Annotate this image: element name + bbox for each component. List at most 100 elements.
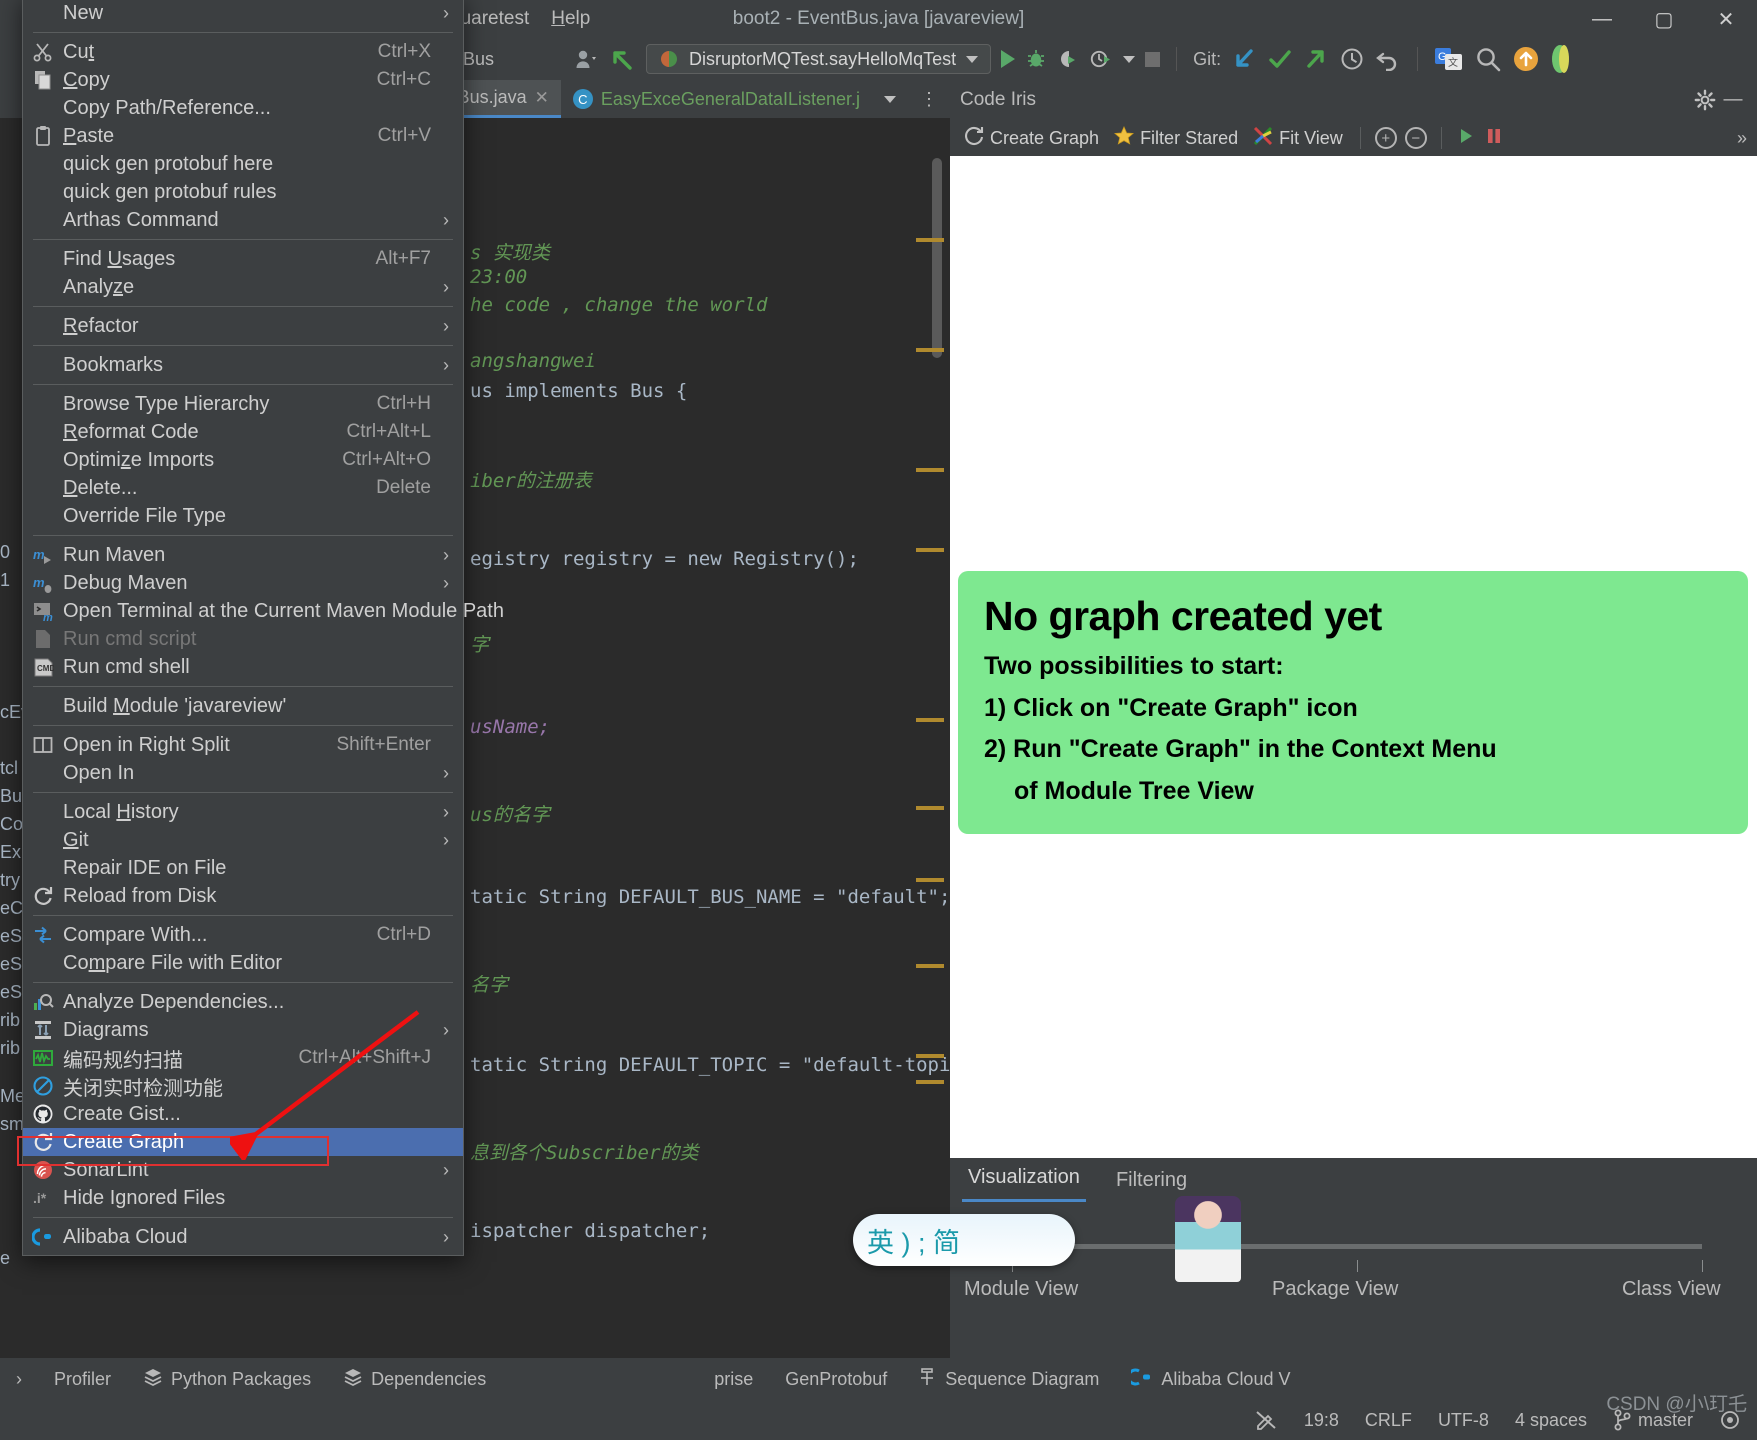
menu-item-run-cmd-shell[interactable]: CMD Run cmd shell	[23, 653, 463, 681]
bottom-item-profiler[interactable]: Profiler	[38, 1369, 127, 1390]
line-separator[interactable]: CRLF	[1365, 1410, 1412, 1431]
menu-item-reload-from-disk[interactable]: Reload from Disk	[23, 882, 463, 910]
stop-icon[interactable]	[1145, 51, 1161, 67]
run-icon[interactable]	[1001, 50, 1016, 68]
bottom-item-prise[interactable]: prise	[698, 1369, 769, 1390]
fold-marker[interactable]	[916, 548, 944, 552]
slider-label-class[interactable]: Class View	[1622, 1278, 1721, 1301]
run-configuration-selector[interactable]: DisruptorMQTest.sayHelloMqTest	[646, 44, 992, 74]
minimize-icon[interactable]: —	[1719, 86, 1747, 114]
fold-marker[interactable]	[916, 878, 944, 882]
menu-item-hide-ignored-files[interactable]: .i* Hide Ignored Files	[23, 1184, 463, 1212]
bottom-item-sequence-diagram[interactable]: Sequence Diagram	[903, 1367, 1115, 1392]
chevron-right-icon[interactable]: »	[1737, 128, 1747, 149]
menu-item-find-usages[interactable]: Find Usages Alt+F7	[23, 245, 463, 273]
back-arrow-icon[interactable]	[608, 46, 636, 72]
read-only-toggle[interactable]	[1254, 1409, 1278, 1431]
menu-item-local-history[interactable]: Local History ›	[23, 798, 463, 826]
menu-item-build-module-javareview[interactable]: Build Module 'javareview'	[23, 692, 463, 720]
menu-item-arthas-command[interactable]: Arthas Command ›	[23, 206, 463, 234]
file-encoding[interactable]: UTF-8	[1438, 1410, 1489, 1431]
menu-item-quick-gen-protobuf-rules[interactable]: quick gen protobuf rules	[23, 178, 463, 206]
menu-item-open-in[interactable]: Open In ›	[23, 759, 463, 787]
translate-icon[interactable]: G文	[1434, 46, 1464, 72]
menu-item-bookmarks[interactable]: Bookmarks ›	[23, 351, 463, 379]
menu-item-help[interactable]: Help	[551, 8, 590, 30]
minimize-button[interactable]: —	[1571, 0, 1633, 38]
menu-item-new[interactable]: New ›	[23, 0, 463, 27]
caret-position[interactable]: 19:8	[1304, 1410, 1339, 1431]
menu-item-alibaba-cloud[interactable]: Alibaba Cloud ›	[23, 1223, 463, 1251]
menu-item-analyze[interactable]: Analyze ›	[23, 273, 463, 301]
view-level-slider[interactable]: Module View Package View Class View	[950, 1202, 1757, 1312]
menu-item-create-gist[interactable]: Create Gist...	[23, 1100, 463, 1128]
search-icon[interactable]	[1474, 45, 1502, 73]
tab-visualization[interactable]: Visualization	[962, 1166, 1086, 1202]
menu-item-quick-gen-protobuf-here[interactable]: quick gen protobuf here	[23, 150, 463, 178]
history-icon[interactable]	[1339, 46, 1365, 72]
filter-stared-button[interactable]: Filter Stared	[1110, 125, 1241, 152]
menu-item-paste[interactable]: Paste Ctrl+V	[23, 122, 463, 150]
ime-status-widget[interactable]: 英 ) ; 简	[853, 1214, 1075, 1266]
pause-icon[interactable]	[1484, 126, 1504, 151]
menu-item-refactor[interactable]: Refactor ›	[23, 312, 463, 340]
menu-item-diagrams[interactable]: Diagrams ›	[23, 1016, 463, 1044]
tab-overflow-button[interactable]	[872, 80, 908, 118]
menu-item-optimize-imports[interactable]: Optimize Imports Ctrl+Alt+O	[23, 446, 463, 474]
menu-item-open-terminal-at-the-current-maven-module-path[interactable]: m Open Terminal at the Current Maven Modu…	[23, 597, 504, 625]
zoom-in-icon[interactable]: +	[1374, 127, 1397, 149]
code-iris-canvas[interactable]: No graph created yet Two possibilities t…	[950, 156, 1757, 1158]
collapse-left-icon[interactable]: ›	[0, 1369, 38, 1390]
gear-icon[interactable]	[1691, 86, 1719, 114]
menu-item-open-in-right-split[interactable]: Open in Right Split Shift+Enter	[23, 731, 463, 759]
bottom-item-alibaba-cloud[interactable]: Alibaba Cloud V	[1115, 1367, 1306, 1392]
slider-track[interactable]	[1012, 1244, 1702, 1249]
rollback-icon[interactable]	[1375, 47, 1401, 71]
fold-marker[interactable]	[916, 1080, 944, 1084]
people-icon[interactable]	[574, 48, 598, 70]
editor-tab-easyexcel[interactable]: C EasyExceGeneralDataIListener.j	[561, 80, 872, 118]
menu-item-compare-with[interactable]: Compare With... Ctrl+D	[23, 921, 463, 949]
context-menu[interactable]: New › Cut Ctrl+X Copy Ctrl+C Copy Path/Referen…	[22, 0, 504, 1256]
menu-item-编码规约扫描[interactable]: 编码规约扫描 Ctrl+Alt+Shift+J	[23, 1044, 463, 1072]
menu-item-create-graph[interactable]: Create Graph	[23, 1128, 463, 1156]
tab-options-button[interactable]: ⋮	[908, 80, 950, 118]
slider-label-package[interactable]: Package View	[1272, 1278, 1398, 1301]
indent-setting[interactable]: 4 spaces	[1515, 1410, 1587, 1431]
git-update-icon[interactable]	[1231, 47, 1257, 71]
fold-marker[interactable]	[916, 1054, 944, 1058]
fold-marker[interactable]	[916, 806, 944, 810]
git-commit-icon[interactable]	[1267, 47, 1293, 71]
menu-item-run-maven[interactable]: m Run Maven ›	[23, 541, 463, 569]
menu-item-reformat-code[interactable]: Reformat Code Ctrl+Alt+L	[23, 418, 463, 446]
menu-item-copy-path-reference[interactable]: Copy Path/Reference...	[23, 94, 463, 122]
close-icon[interactable]: ✕	[535, 88, 549, 108]
slider-label-module[interactable]: Module View	[964, 1278, 1078, 1301]
fold-marker[interactable]	[916, 238, 944, 242]
menu-item-copy[interactable]: Copy Ctrl+C	[23, 66, 463, 94]
debug-icon[interactable]	[1025, 48, 1047, 70]
fold-marker[interactable]	[916, 718, 944, 722]
menu-item-compare-file-with-editor[interactable]: Compare File with Editor	[23, 949, 463, 977]
menu-item-git[interactable]: Git ›	[23, 826, 463, 854]
bottom-item-dependencies[interactable]: Dependencies	[327, 1367, 502, 1392]
git-push-icon[interactable]	[1303, 47, 1329, 71]
fold-marker[interactable]	[916, 964, 944, 968]
editor-scrollbar[interactable]	[932, 158, 942, 358]
bottom-item-genprotobuf[interactable]: GenProtobuf	[769, 1369, 903, 1390]
fit-view-button[interactable]: Fit View	[1249, 125, 1346, 152]
fold-marker[interactable]	[916, 348, 944, 352]
menu-item-cut[interactable]: Cut Ctrl+X	[23, 38, 463, 66]
menu-item-repair-ide-on-file[interactable]: Repair IDE on File	[23, 854, 463, 882]
menu-item-sonarlint[interactable]: SonarLint ›	[23, 1156, 463, 1184]
menu-item-override-file-type[interactable]: Override File Type	[23, 502, 463, 530]
profiler-icon[interactable]	[1089, 48, 1113, 70]
menu-item-browse-type-hierarchy[interactable]: Browse Type Hierarchy Ctrl+H	[23, 390, 463, 418]
zoom-out-icon[interactable]: −	[1404, 127, 1427, 149]
fold-marker[interactable]	[916, 468, 944, 472]
menu-item-关闭实时检测功能[interactable]: 关闭实时检测功能	[23, 1072, 463, 1100]
menu-item-delete[interactable]: Delete... Delete	[23, 474, 463, 502]
create-graph-button[interactable]: Create Graph	[960, 125, 1102, 152]
run-coverage-icon[interactable]	[1057, 48, 1079, 70]
menu-item-debug-maven[interactable]: m Debug Maven ›	[23, 569, 463, 597]
